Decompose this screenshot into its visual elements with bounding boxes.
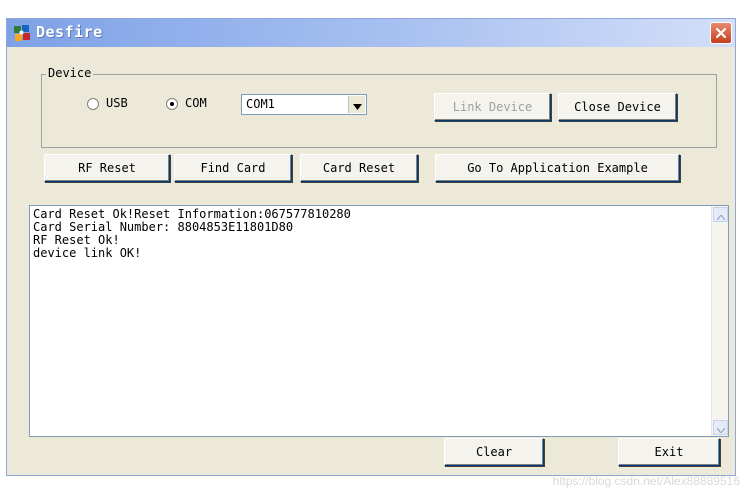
go-to-application-example-button[interactable]: Go To Application Example [435,154,680,182]
close-icon [715,24,727,43]
title-bar[interactable]: Desfire [7,19,735,47]
device-group-legend: Device [46,66,94,80]
chevron-down-icon [715,418,726,437]
chevron-up-icon [715,205,726,224]
link-device-button[interactable]: Link Device [434,93,551,121]
log-line: device link OK! [33,246,142,260]
com-radio[interactable] [166,98,178,110]
window-title: Desfire [36,23,103,41]
watermark-text: https://blog.csdn.net/Alex88889516 [552,474,740,488]
usb-radio-label[interactable]: USB [106,96,128,110]
log-output[interactable]: Card Reset Ok!Reset Information:06757781… [29,205,729,437]
log-lines: Card Reset Ok!Reset Information:06757781… [33,208,351,260]
com-radio-label[interactable]: COM [185,96,207,110]
find-card-button[interactable]: Find Card [174,154,292,182]
close-window-button[interactable] [710,22,732,44]
close-device-button[interactable]: Close Device [558,93,677,121]
exit-button[interactable]: Exit [618,438,720,466]
scroll-down-button[interactable] [713,420,728,435]
puzzle-app-icon [13,24,31,42]
com-port-value: COM1 [246,97,275,111]
com-port-select[interactable]: COM1 [241,94,367,115]
scroll-up-button[interactable] [713,207,728,222]
app-window: Desfire Device USB COM COM1 Link Device … [6,18,736,476]
log-vertical-scrollbar[interactable] [711,206,728,436]
combo-dropdown-arrow[interactable] [348,96,365,113]
usb-radio[interactable] [87,98,99,110]
rf-reset-button[interactable]: RF Reset [44,154,170,182]
clear-button[interactable]: Clear [444,438,544,466]
card-reset-button[interactable]: Card Reset [300,154,418,182]
chevron-down-icon [352,95,362,114]
